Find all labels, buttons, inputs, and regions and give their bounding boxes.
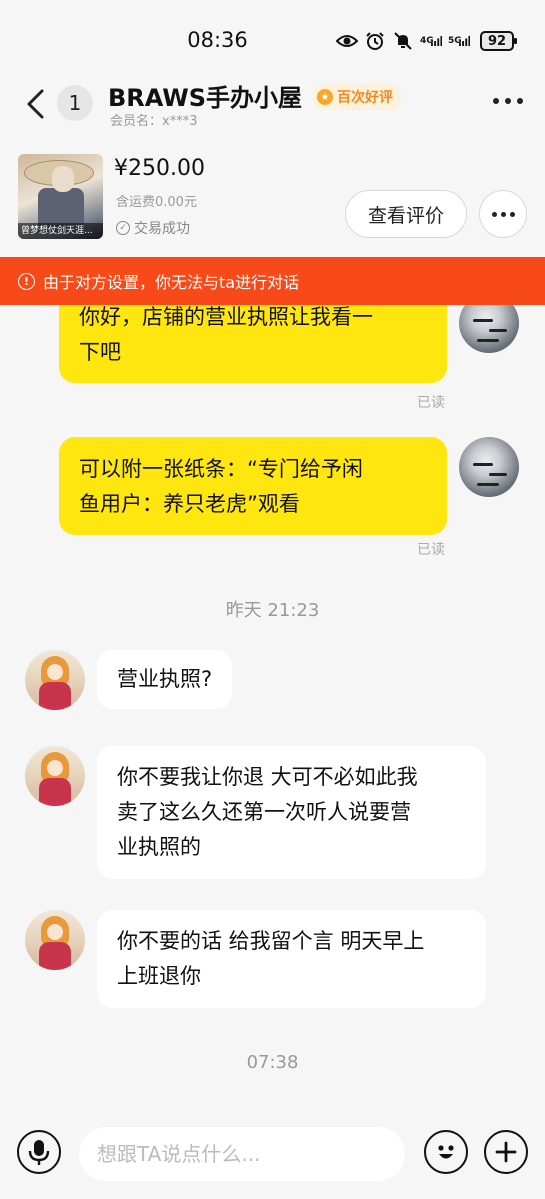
battery-icon: 92 — [480, 31, 517, 51]
warning-icon: ! — [18, 272, 35, 290]
shipping-fee: 含运费0.00元 — [116, 195, 197, 210]
cannot-chat-banner: ! 由于对方设置，你无法与ta进行对话 — [0, 257, 545, 305]
view-review-button[interactable]: 查看评价 — [345, 190, 467, 238]
microphone-icon — [28, 1140, 50, 1165]
banner-text: 由于对方设置，你无法与ta进行对话 — [43, 273, 300, 292]
read-status: 已读 — [417, 542, 445, 558]
message-line: 鱼用户：养只老虎”观看 — [79, 492, 300, 516]
rating-badge[interactable]: ★ 百次好评 — [312, 84, 402, 110]
trade-status-label: 交易成功 — [134, 221, 190, 237]
add-icon — [495, 1141, 517, 1163]
my-avatar[interactable] — [459, 305, 519, 353]
time-divider: 昨天 21:23 — [225, 600, 320, 621]
message-list[interactable]: 你好，店铺的营业执照让我看一 下吧 已读 可以附一张纸条：“专门给予闲 鱼用户：… — [0, 305, 545, 1125]
add-button[interactable] — [484, 1130, 528, 1174]
chevron-left-icon — [27, 89, 44, 119]
message-bubble-seller[interactable]: 你不要我让你退 大可不必如此我 卖了这么久还第一次听人说要营 业执照的 — [97, 746, 486, 879]
message-line: 营业执照? — [117, 667, 213, 691]
message-bubble-seller[interactable]: 营业执照? — [97, 650, 233, 709]
message-bubble-seller[interactable]: 你不要的话 给我留个言 明天早上 上班退你 — [97, 910, 486, 1008]
emoji-button[interactable] — [424, 1130, 468, 1174]
shop-name[interactable]: BRAWS手办小屋 — [108, 78, 302, 113]
message-bubble-mine[interactable]: 可以附一张纸条：“专门给予闲 鱼用户：养只老虎”观看 — [59, 437, 447, 535]
check-circle-icon: ✓ — [116, 221, 130, 235]
product-thumbnail[interactable]: 曾梦想仗剑天涯... — [18, 154, 103, 239]
product-more-button[interactable] — [479, 190, 527, 238]
input-bar — [0, 1118, 545, 1199]
rating-badge-label: 百次好评 — [337, 90, 393, 106]
rating-medal-icon: ★ — [317, 89, 333, 105]
status-icons: 4G 5G 92 — [336, 30, 517, 52]
voice-button[interactable] — [17, 1130, 61, 1174]
signal-5g-icon: 5G — [448, 30, 470, 52]
message-input[interactable] — [79, 1127, 405, 1181]
trade-status: ✓ 交易成功 — [116, 218, 190, 238]
message-line: 卖了这么久还第一次听人说要营 — [117, 800, 411, 824]
seller-avatar[interactable] — [25, 746, 85, 806]
read-status: 已读 — [417, 395, 445, 411]
member-label: 会员名：x***3 — [110, 114, 198, 129]
message-line: 业执照的 — [117, 835, 201, 859]
thumb-caption: 曾梦想仗剑天涯... — [18, 223, 103, 239]
seller-avatar[interactable] — [25, 650, 85, 710]
more-dots-icon[interactable] — [493, 98, 523, 104]
chat-screen: 08:36 4G 5G 92 1 BRAWS手办小屋 ★ 百次好评 会员名：x*… — [0, 0, 545, 1199]
my-avatar[interactable] — [459, 437, 519, 497]
time-divider: 07:38 — [246, 1052, 299, 1073]
emoji-icon — [438, 1145, 454, 1159]
message-line: 可以附一张纸条：“专门给予闲 — [79, 457, 363, 481]
status-bar: 08:36 4G 5G 92 — [0, 0, 545, 72]
message-line: 你不要我让你退 大可不必如此我 — [117, 765, 418, 789]
product-price: ¥250.00 — [114, 156, 205, 181]
message-line: 上班退你 — [117, 964, 201, 988]
eye-comfort-icon — [336, 30, 358, 52]
back-button[interactable] — [18, 84, 52, 124]
product-card[interactable]: 曾梦想仗剑天涯... ¥250.00 含运费0.00元 ✓ 交易成功 查看评价 — [0, 146, 545, 256]
message-line: 你好，店铺的营业执照让我看一 — [79, 305, 373, 329]
message-line: 你不要的话 给我留个言 明天早上 — [117, 929, 425, 953]
mute-icon — [392, 30, 414, 52]
chat-header: 1 BRAWS手办小屋 ★ 百次好评 会员名：x***3 — [0, 72, 545, 136]
seller-avatar[interactable] — [25, 910, 85, 970]
message-bubble-mine[interactable]: 你好，店铺的营业执照让我看一 下吧 — [59, 305, 447, 383]
message-line: 下吧 — [79, 340, 121, 364]
unread-count-badge[interactable]: 1 — [57, 85, 93, 121]
alarm-icon — [364, 30, 386, 52]
signal-4g-icon: 4G — [420, 30, 442, 52]
